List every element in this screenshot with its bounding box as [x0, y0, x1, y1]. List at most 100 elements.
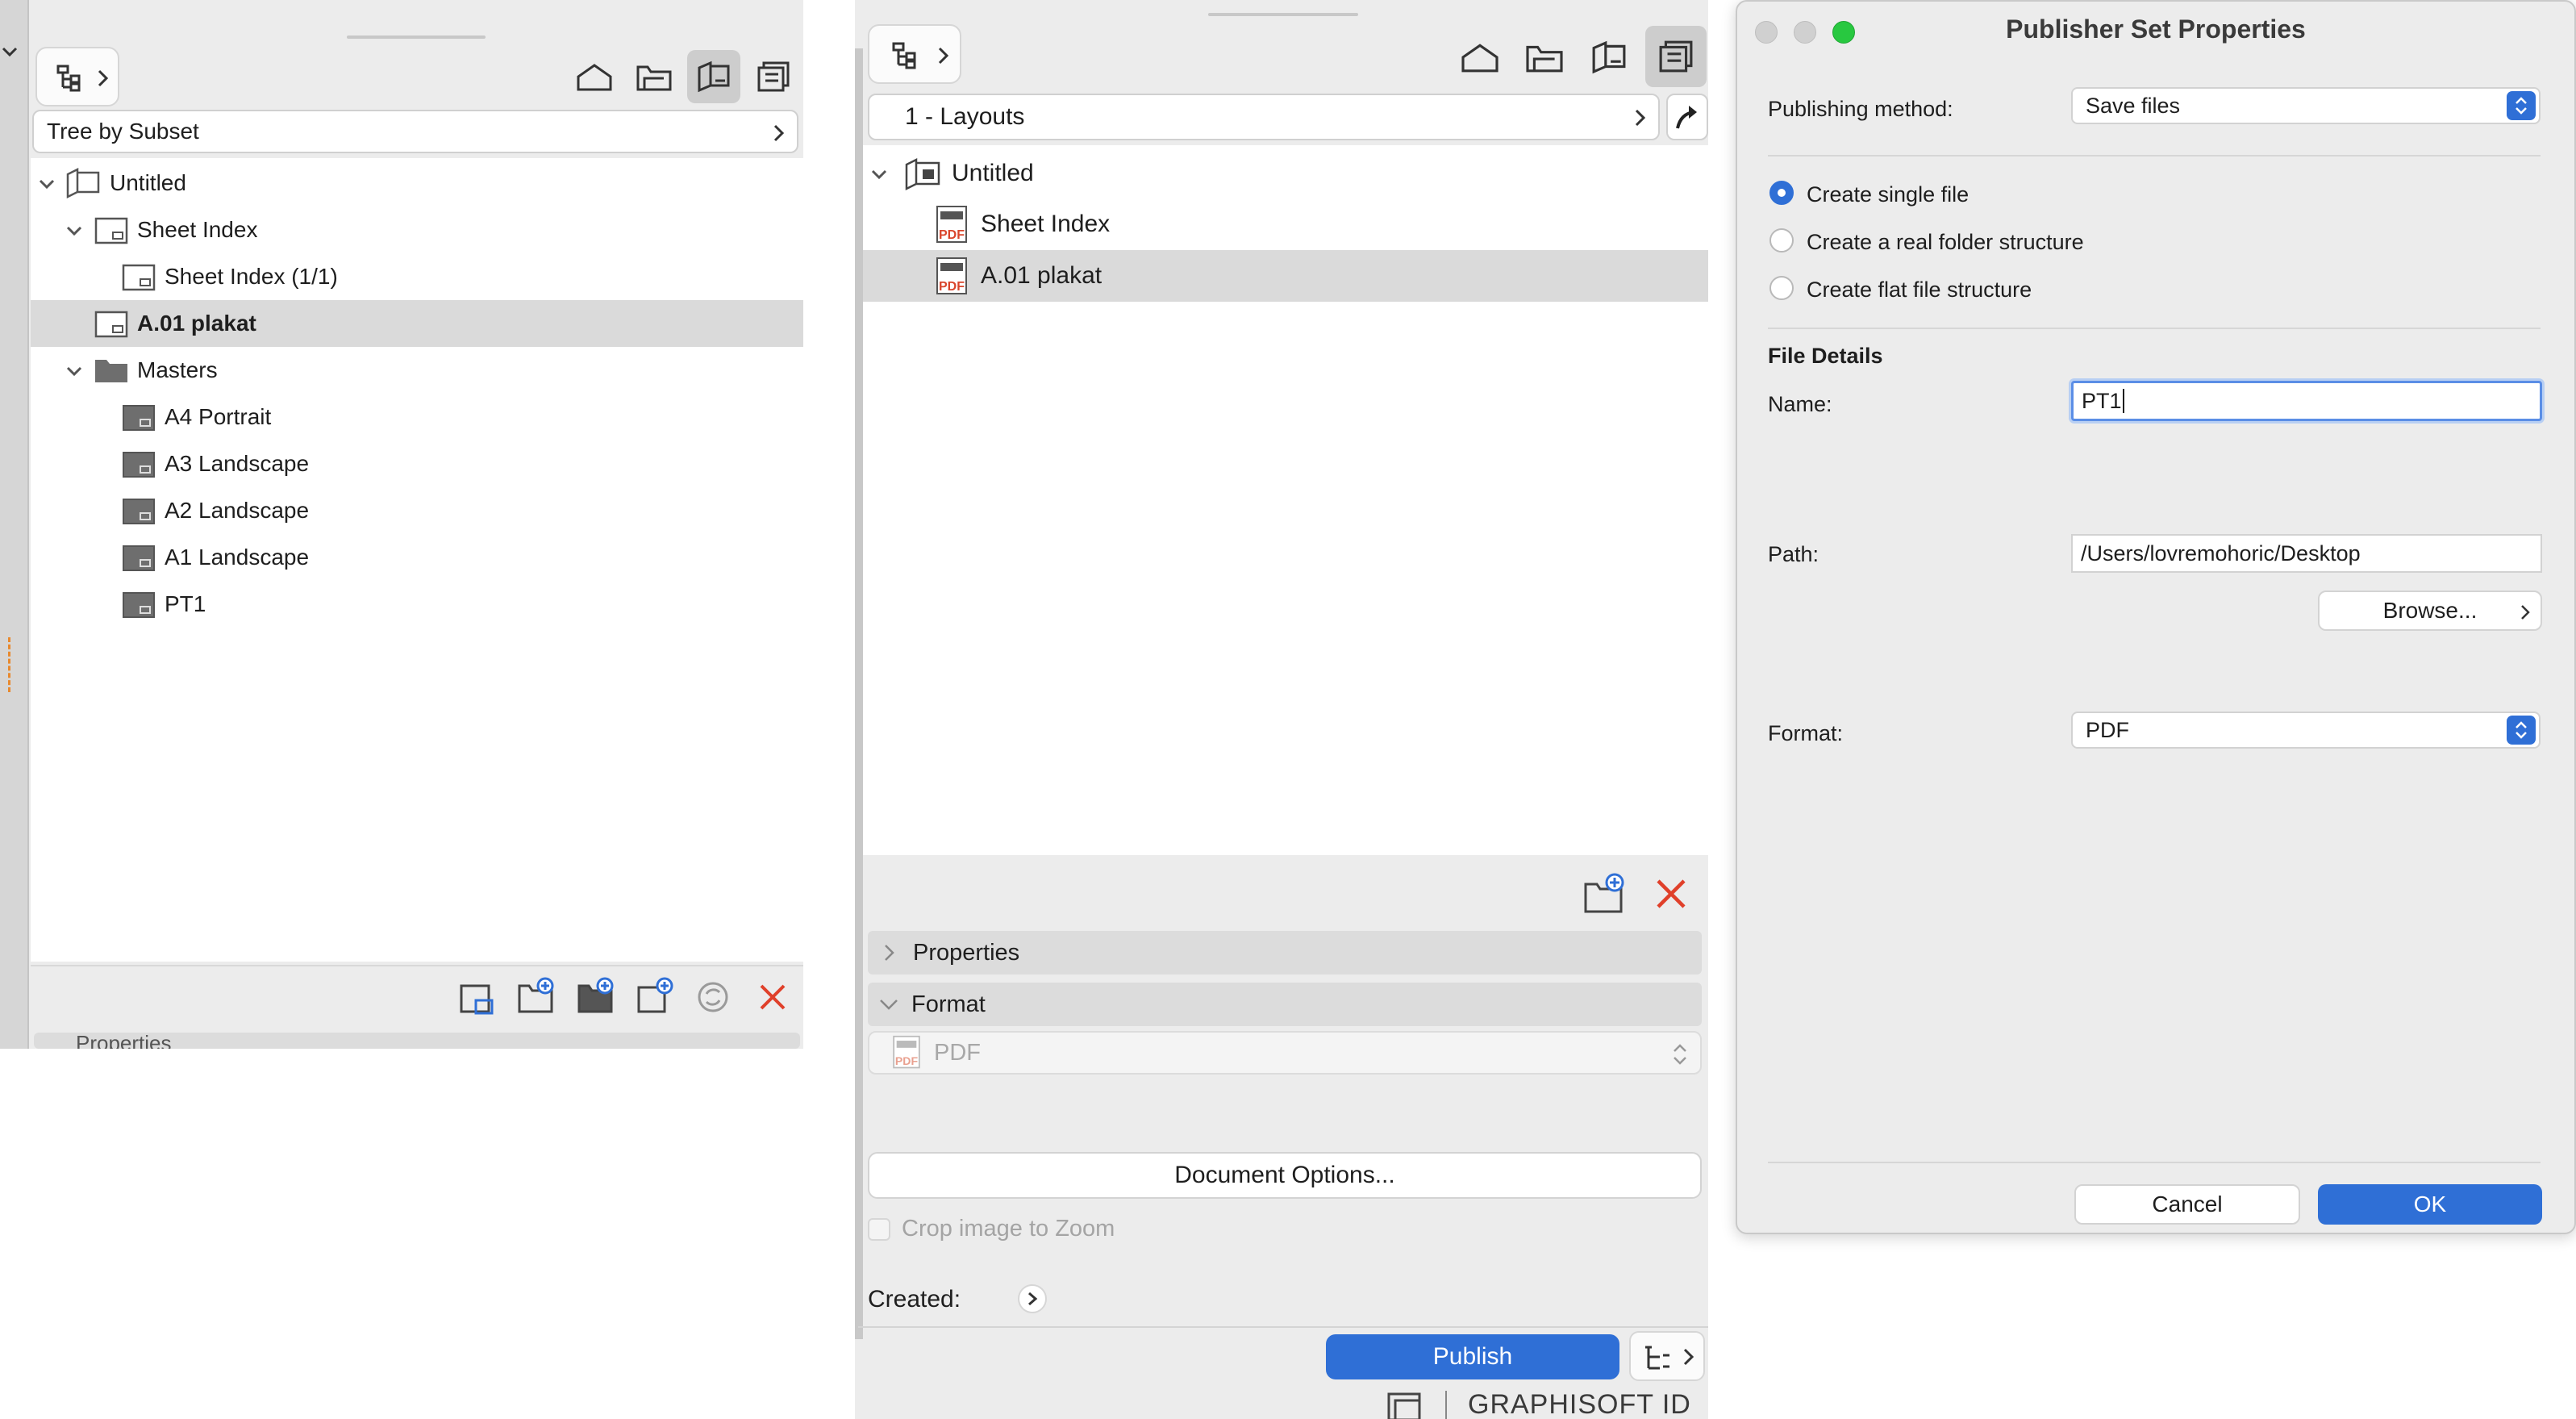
tree-item-label: PT1	[165, 591, 206, 616]
panel-drag-handle[interactable]	[347, 35, 486, 39]
cancel-button[interactable]: Cancel	[2074, 1184, 2300, 1225]
created-info-button[interactable]	[1018, 1284, 1047, 1313]
publish-options-button[interactable]	[1629, 1331, 1705, 1381]
format-select-disabled[interactable]: PDF PDF	[868, 1031, 1702, 1075]
tree-item-a01-plakat[interactable]: A.01 plakat	[31, 300, 803, 347]
dialog-title: Publisher Set Properties	[2006, 15, 2306, 44]
view-map-tab[interactable]	[1518, 31, 1571, 84]
ok-button[interactable]: OK	[2318, 1184, 2542, 1225]
tree-item-sheet-index-1-1[interactable]: Sheet Index (1/1)	[31, 253, 803, 300]
divider	[1768, 155, 2541, 157]
tree-item-untitled[interactable]: Untitled	[31, 160, 803, 207]
ok-label: OK	[2413, 1192, 2447, 1217]
tree-item-masters[interactable]: Masters	[31, 347, 803, 394]
publisher-item-untitled[interactable]: Untitled	[863, 148, 1708, 198]
chevron-down-icon[interactable]	[37, 174, 56, 194]
svg-text:PDF: PDF	[939, 280, 965, 294]
left-edge-strip	[0, 0, 29, 1049]
publisher-item-sheet-index[interactable]: PDF Sheet Index	[863, 198, 1708, 250]
tree-item-sheet-index[interactable]: Sheet Index	[31, 207, 803, 253]
new-folder-icon[interactable]	[1582, 871, 1628, 916]
resize-handle[interactable]	[8, 637, 11, 692]
delete-icon[interactable]	[1653, 876, 1689, 912]
delete-icon[interactable]	[757, 981, 789, 1013]
divider	[858, 1326, 1708, 1328]
tree-item-pt1[interactable]: PT1	[31, 581, 803, 628]
new-master-layout-icon[interactable]	[636, 976, 676, 1016]
pdf-file-icon: PDF	[893, 1035, 920, 1069]
crop-image-checkbox[interactable]	[868, 1218, 890, 1241]
tree-item-a1-landscape[interactable]: A1 Landscape	[31, 534, 803, 581]
radio-label: Create a real folder structure	[1807, 230, 2084, 254]
chevron-down-icon[interactable]	[65, 221, 84, 240]
browse-button[interactable]: Browse...	[2318, 591, 2542, 631]
new-subset-icon[interactable]	[516, 976, 556, 1016]
layout-sheet-icon	[94, 311, 128, 338]
chevron-down-icon[interactable]	[0, 42, 19, 61]
format-select-value: PDF	[2086, 717, 2129, 742]
section-label: Properties	[913, 939, 1020, 966]
divider	[1768, 328, 2541, 329]
view-map-tab[interactable]	[627, 50, 681, 103]
tree-item-label: Sheet Index	[981, 211, 1111, 237]
document-options-label: Document Options...	[1174, 1162, 1395, 1188]
publishing-method-select[interactable]: Save files	[2071, 87, 2541, 124]
publisher-set-combo-label: 1 - Layouts	[905, 103, 1025, 130]
new-master-icon[interactable]	[576, 976, 616, 1016]
radio-create-real-folder-structure[interactable]	[1769, 228, 1794, 252]
tree-item-a4-portrait[interactable]: A4 Portrait	[31, 394, 803, 440]
window-icon	[1387, 1392, 1421, 1419]
layout-book-tab[interactable]	[1582, 31, 1636, 84]
section-label: Format	[911, 991, 986, 1017]
tree-item-a3-landscape[interactable]: A3 Landscape	[31, 440, 803, 487]
tree-item-a2-landscape[interactable]: A2 Landscape	[31, 487, 803, 534]
document-options-button[interactable]: Document Options...	[868, 1152, 1702, 1199]
publisher-set-properties-dialog: Publisher Set Properties Publishing meth…	[1736, 0, 2576, 1234]
chevron-down-icon[interactable]	[65, 361, 84, 381]
chevron-right-icon	[1635, 109, 1646, 127]
publish-button[interactable]: Publish	[1326, 1334, 1619, 1379]
tree-item-label: Sheet Index (1/1)	[165, 264, 338, 289]
publisher-set-combo[interactable]: 1 - Layouts	[868, 94, 1660, 140]
format-section[interactable]: Format	[868, 983, 1702, 1026]
properties-section[interactable]: Properties	[868, 931, 1702, 975]
publish-label: Publish	[1432, 1343, 1513, 1370]
browse-label: Browse...	[2382, 598, 2478, 623]
publisher-sets-tab[interactable]	[747, 50, 800, 103]
format-select[interactable]: PDF	[2071, 712, 2541, 749]
path-label: Path:	[1768, 542, 1819, 566]
master-layout-icon	[123, 592, 155, 618]
tree-item-label: A4 Portrait	[165, 404, 272, 429]
radio-create-flat-file-structure[interactable]	[1769, 276, 1794, 300]
refresh-icon[interactable]	[695, 979, 731, 1015]
graphisoft-id-link[interactable]: GRAPHISOFT ID	[1468, 1389, 1691, 1419]
chevron-down-icon[interactable]	[869, 165, 889, 184]
tree-mode-button[interactable]	[35, 47, 119, 106]
panel-drag-handle[interactable]	[1208, 13, 1358, 16]
file-details-heading: File Details	[1768, 344, 1883, 368]
publisher-stack-icon	[757, 61, 790, 92]
new-layout-icon[interactable]	[458, 981, 497, 1018]
subset-combo[interactable]: Tree by Subset	[32, 110, 798, 153]
publisher-sets-tab[interactable]	[1645, 26, 1707, 87]
name-field[interactable]: PT1	[2071, 381, 2542, 421]
tree-item-label: Masters	[137, 357, 218, 382]
tree-mode-button[interactable]	[868, 24, 961, 84]
svg-text:PDF: PDF	[895, 1054, 919, 1067]
pdf-file-icon: PDF	[936, 206, 967, 243]
house-icon	[577, 64, 612, 91]
properties-section-left[interactable]: Properties	[34, 1033, 800, 1049]
path-field[interactable]: /Users/lovremohoric/Desktop	[2071, 534, 2542, 573]
publishing-method-label: Publishing method:	[1768, 97, 1953, 121]
project-map-tab[interactable]	[1453, 31, 1507, 84]
publish-set-arrow-button[interactable]	[1666, 94, 1708, 140]
pdf-file-icon: PDF	[936, 257, 967, 294]
project-map-tab[interactable]	[568, 50, 621, 103]
publisher-item-a01-plakat[interactable]: PDF A.01 plakat	[863, 250, 1708, 302]
layout-book-tab[interactable]	[687, 50, 740, 103]
curved-arrow-icon	[1676, 106, 1697, 129]
layout-book-icon	[1592, 40, 1626, 74]
radio-label: Create flat file structure	[1807, 278, 2032, 302]
chevron-right-icon	[773, 124, 785, 142]
radio-create-single-file[interactable]	[1769, 181, 1794, 205]
